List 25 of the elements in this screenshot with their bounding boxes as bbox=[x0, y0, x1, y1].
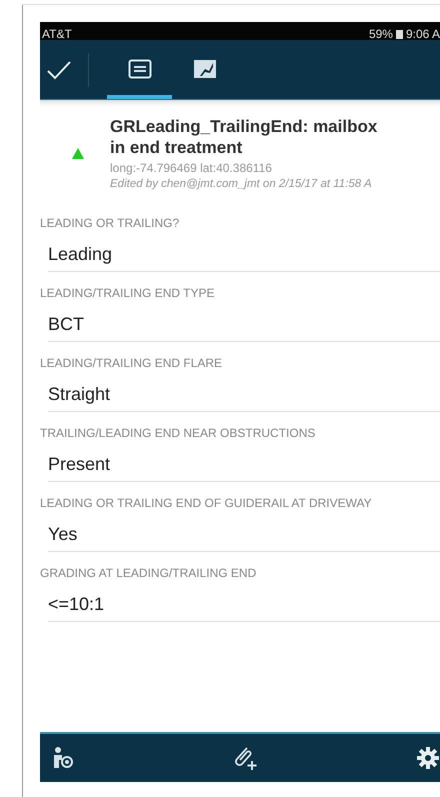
check-icon bbox=[46, 58, 72, 80]
field-label: LEADING/TRAILING END FLARE bbox=[40, 355, 224, 372]
carrier-name: AT&T bbox=[42, 28, 72, 40]
field-value[interactable]: BCT bbox=[48, 314, 440, 342]
locate-person-button[interactable] bbox=[52, 746, 76, 770]
field-label: LEADING OR TRAILING? bbox=[40, 215, 180, 232]
feature-title: GRLeading_TrailingEnd: mailbox in end treatment bbox=[110, 116, 378, 158]
map-icon bbox=[192, 59, 216, 79]
field-value[interactable]: Leading bbox=[48, 244, 440, 272]
field-value[interactable]: Yes bbox=[48, 524, 440, 552]
field-value[interactable]: Straight bbox=[48, 384, 440, 412]
field-label: GRADING AT LEADING/TRAILING END bbox=[40, 565, 258, 582]
settings-button[interactable] bbox=[416, 746, 440, 770]
list-icon bbox=[128, 59, 152, 79]
person-target-icon bbox=[52, 746, 76, 770]
field-value[interactable]: <=10:1 bbox=[48, 594, 440, 622]
field-value[interactable]: Present bbox=[48, 454, 440, 482]
coordinates-text: long:-74.796469 lat:40.386116 bbox=[110, 161, 273, 175]
battery-icon bbox=[396, 30, 403, 38]
field-label: TRAILING/LEADING END NEAR OBSTRUCTIONS bbox=[40, 425, 316, 442]
field-label: LEADING OR TRAILING END OF GUIDERAIL AT DRIVEWAY bbox=[40, 495, 373, 512]
field-label: LEADING/TRAILING END TYPE bbox=[40, 285, 216, 302]
clock: 9:06 A bbox=[406, 28, 440, 40]
battery-level: 59% bbox=[368, 28, 393, 40]
edited-info: Edited by chen@jmt.com_jmt on 2/15/17 at 11:58 A bbox=[110, 178, 373, 190]
